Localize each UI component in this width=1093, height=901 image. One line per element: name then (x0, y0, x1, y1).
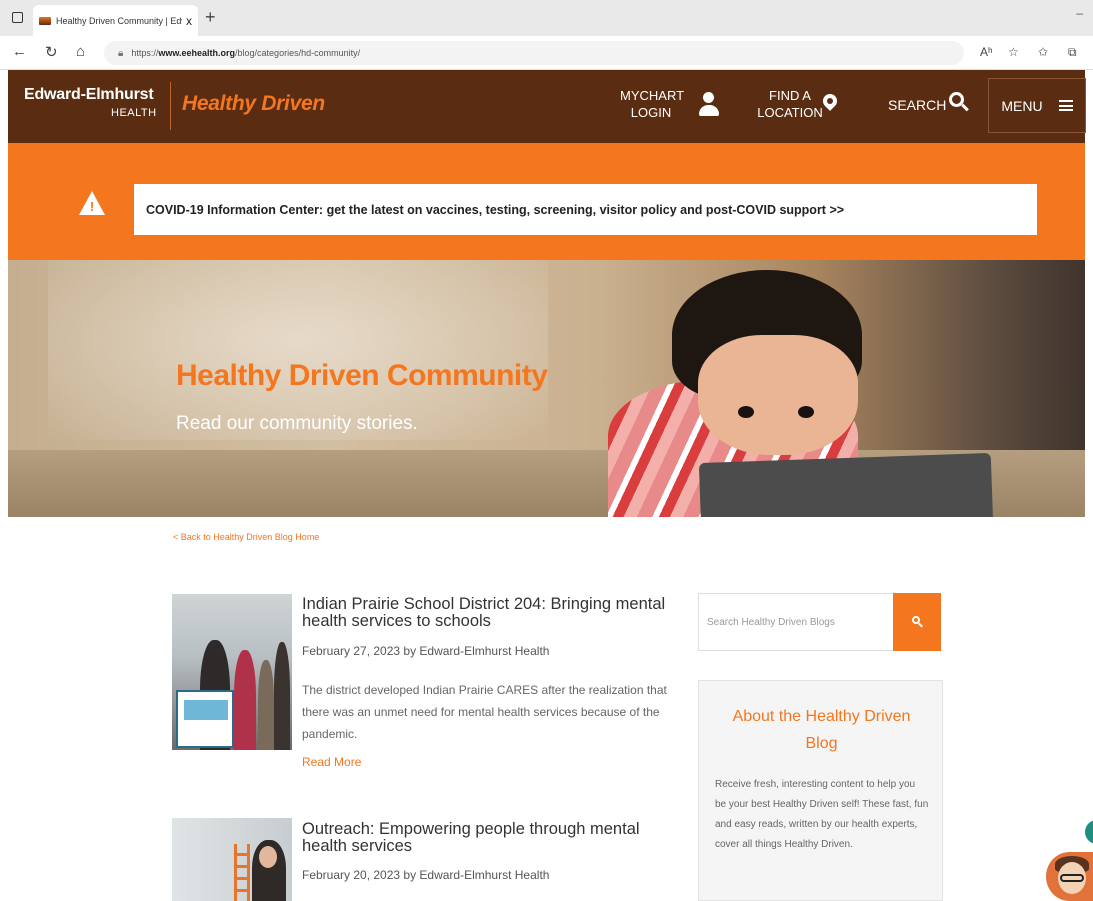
person-figure (274, 642, 290, 750)
favorite-icon[interactable]: ☆ (1008, 45, 1019, 59)
hamburger-icon (1058, 100, 1073, 111)
find-location-link[interactable]: FIND A LOCATION (756, 87, 824, 121)
mychart-line1: MYCHART (620, 88, 685, 103)
feedback-tab[interactable] (1085, 820, 1093, 844)
mychart-login-link[interactable]: MYCHART LOGIN (620, 87, 685, 121)
browser-tab[interactable]: Healthy Driven Community | Edw x (33, 5, 198, 36)
post-title[interactable]: Indian Prairie School District 204: Brin… (302, 596, 682, 630)
site-favicon-icon (39, 16, 51, 25)
blog-search-box (698, 593, 941, 651)
healthy-driven-logo[interactable]: Healthy Driven (182, 92, 325, 116)
address-bar-row: ← ↻ ⌂ 🔒︎ https://www.eehealth.org/blog/c… (0, 36, 1093, 70)
refresh-icon[interactable]: ↻ (45, 43, 58, 61)
window-menu-icon[interactable] (12, 12, 23, 23)
covid-info-link[interactable]: COVID-19 Information Center: get the lat… (134, 184, 1037, 235)
about-blog-panel: About the Healthy Driven Blog Receive fr… (698, 680, 943, 901)
site-header: Edward-Elmhurst HEALTH Healthy Driven MY… (8, 70, 1086, 143)
minimize-button[interactable]: – (1076, 6, 1083, 20)
child-eye-left (738, 406, 754, 418)
home-icon[interactable]: ⌂ (76, 43, 85, 60)
url-domain: www.eehealth.org (158, 48, 236, 58)
find-line1: FIND A (769, 88, 811, 103)
search-icon[interactable] (949, 92, 971, 114)
about-blog-text: Receive fresh, interesting content to he… (715, 779, 929, 850)
brand-divider (170, 82, 171, 130)
url-path: /blog/categories/hd-community/ (235, 48, 361, 58)
about-blog-title: About the Healthy Driven Blog (732, 708, 911, 752)
person-figure (234, 650, 256, 750)
post-image[interactable] (172, 818, 292, 901)
menu-label: MENU (1001, 97, 1043, 114)
back-to-blog-home-link[interactable]: < Back to Healthy Driven Blog Home (173, 532, 319, 542)
search-link[interactable]: SEARCH (888, 97, 946, 113)
post-title[interactable]: Outreach: Empowering people through ment… (302, 821, 682, 855)
hero-subtitle: Read our community stories. (176, 413, 418, 434)
post-meta: February 27, 2023 by Edward-Elmhurst Hea… (302, 644, 550, 658)
person-icon[interactable] (698, 92, 720, 118)
new-tab-button[interactable]: + (205, 7, 216, 28)
menu-button[interactable]: MENU (988, 78, 1086, 133)
person-face (259, 846, 277, 868)
tablet-image (698, 452, 994, 517)
lock-icon: 🔒︎ (118, 47, 124, 59)
favorites-list-icon[interactable]: ✩ (1038, 45, 1048, 59)
browser-tab-bar: Healthy Driven Community | Edw x + – (0, 0, 1093, 36)
mychart-line2: LOGIN (630, 105, 672, 120)
back-arrow-icon[interactable]: ← (12, 43, 27, 60)
blog-search-input[interactable] (699, 594, 893, 650)
child-face-image (698, 335, 858, 455)
tab-close-icon[interactable]: x (186, 14, 192, 28)
collections-icon[interactable]: ⧉ (1068, 45, 1077, 60)
post-image[interactable] (172, 594, 292, 750)
tab-title: Healthy Driven Community | Edw (56, 15, 182, 26)
url-field[interactable]: 🔒︎ https://www.eehealth.org/blog/categor… (104, 41, 964, 65)
blog-search-button[interactable] (893, 593, 941, 651)
hero-banner: Healthy Driven Community Read our commun… (8, 260, 1085, 517)
brand-name[interactable]: Edward-Elmhurst (24, 86, 154, 104)
post-meta: February 20, 2023 by Edward-Elmhurst Hea… (302, 868, 550, 882)
read-aloud-icon[interactable]: Aʰ (980, 45, 993, 59)
child-eye-right (798, 406, 814, 418)
read-more-link[interactable]: Read More (302, 755, 361, 769)
post-excerpt: The district developed Indian Prairie CA… (302, 683, 667, 741)
url-prefix: https:// (131, 48, 159, 58)
covid-banner: ! COVID-19 Information Center: get the l… (8, 143, 1085, 260)
find-line2: LOCATION (757, 105, 823, 120)
chat-avatar-button[interactable] (1046, 852, 1093, 901)
ladder-image (234, 844, 250, 901)
cares-sign (176, 690, 234, 748)
brand-health[interactable]: HEALTH (111, 107, 157, 119)
person-figure (258, 660, 274, 750)
hero-title: Healthy Driven Community (176, 359, 548, 392)
warning-mark: ! (89, 199, 95, 214)
